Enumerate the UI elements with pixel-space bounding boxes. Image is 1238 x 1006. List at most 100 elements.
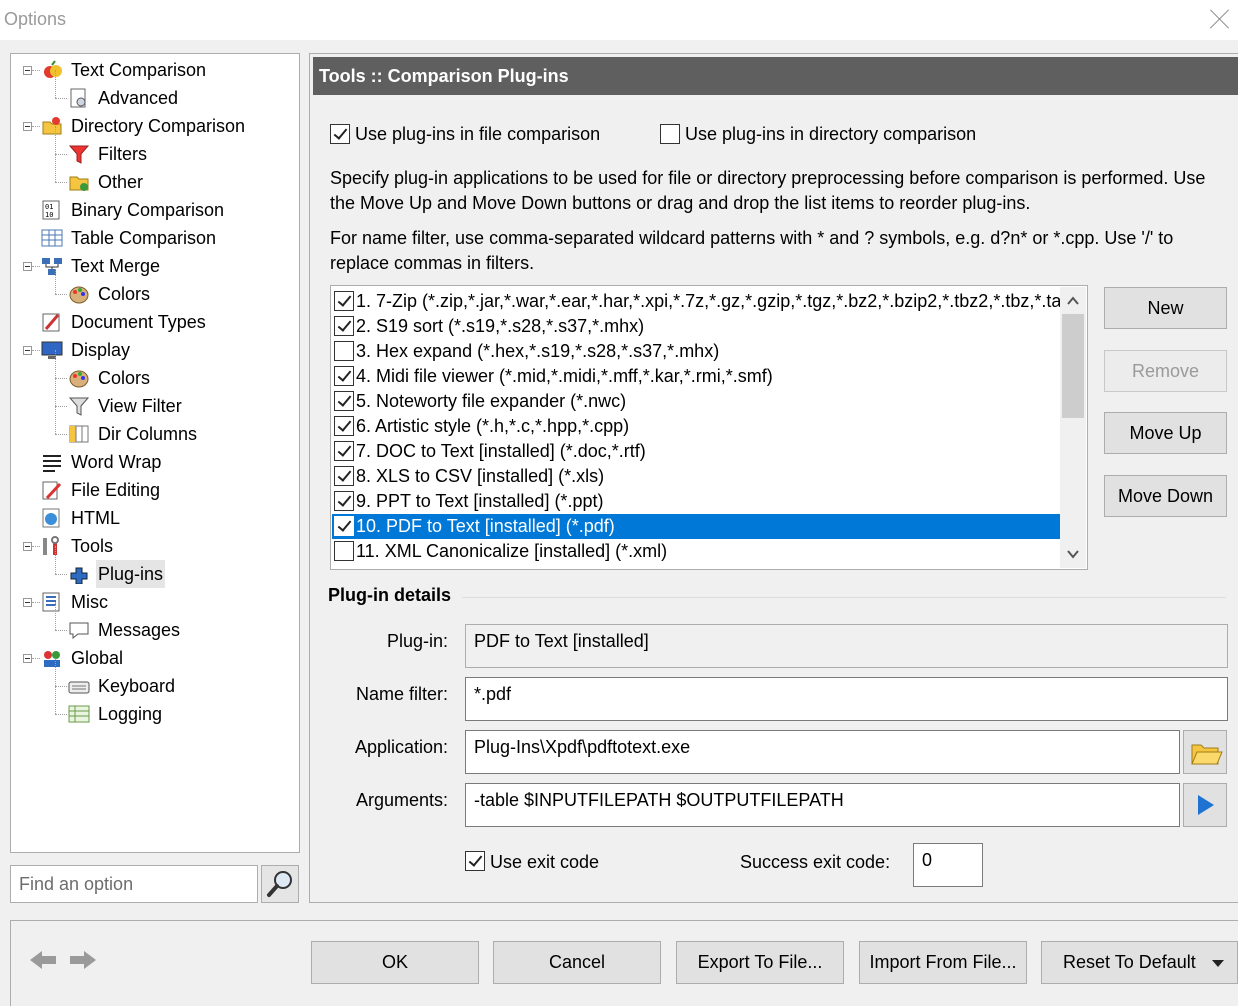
plugin-list-item-label: 4. Midi file viewer (*.mid,*.midi,*.mff,… <box>356 366 773 386</box>
plugin-enabled-checkbox[interactable] <box>334 441 354 461</box>
plugin-enabled-checkbox[interactable] <box>334 491 354 511</box>
cancel-button[interactable]: Cancel <box>493 941 661 984</box>
plugin-list-item-label: 9. PPT to Text [installed] (*.ppt) <box>356 491 604 511</box>
plugin-list-item[interactable]: 4. Midi file viewer (*.mid,*.midi,*.mff,… <box>332 364 1060 389</box>
filter-help-line: For name filter, use comma-separated wil… <box>330 228 1174 248</box>
arguments-menu-button[interactable] <box>1183 783 1227 827</box>
columns-icon <box>68 424 90 444</box>
success-exit-code-label: Success exit code: <box>740 852 891 872</box>
tree-connector <box>55 658 56 686</box>
use-plugins-dir-checkbox[interactable] <box>660 124 680 144</box>
plugin-enabled-checkbox[interactable] <box>334 541 354 561</box>
tree-item-label: Keyboard <box>98 676 176 696</box>
panel-header: Tools :: Comparison Plug-ins <box>313 57 1238 95</box>
plugin-enabled-checkbox[interactable] <box>334 366 354 386</box>
tree-connector <box>55 294 67 295</box>
svg-text:01: 01 <box>45 203 53 211</box>
plugin-list-item[interactable]: 3. Hex expand (*.hex,*.s19,*.s28,*.s37,*… <box>332 339 1060 364</box>
plugin-enabled-checkbox[interactable] <box>334 466 354 486</box>
title-bar: Options <box>0 0 1238 40</box>
export-button[interactable]: Export To File... <box>676 941 844 984</box>
plugin-enabled-checkbox[interactable] <box>334 291 354 311</box>
plugin-enabled-checkbox[interactable] <box>334 416 354 436</box>
use-plugins-dir-label[interactable]: Use plug-ins in directory comparison <box>685 124 976 145</box>
tree-connector <box>55 602 56 630</box>
tree-connector <box>55 70 56 98</box>
folder-open-icon <box>1191 744 1223 765</box>
name-filter-input[interactable]: *.pdf <box>465 677 1228 721</box>
tree-item-label: Colors <box>98 368 151 388</box>
plugin-list-item[interactable]: 11. XML Canonicalize [installed] (*.xml) <box>332 539 1060 564</box>
plugin-list-item[interactable]: 5. Noteworty file expander (*.nwc) <box>332 389 1060 414</box>
plugin-list-item[interactable]: 6. Artistic style (*.h,*.c,*.hpp,*.cpp) <box>332 414 1060 439</box>
plugin-list-item[interactable]: 8. XLS to CSV [installed] (*.xls) <box>332 464 1060 489</box>
palette-icon <box>68 368 90 388</box>
scrollbar-thumb[interactable] <box>1062 314 1084 418</box>
ok-button[interactable]: OK <box>311 941 479 984</box>
forward-arrow-icon[interactable] <box>68 948 98 972</box>
collapse-icon[interactable] <box>23 542 32 551</box>
tree-connector <box>55 98 67 99</box>
search-input[interactable] <box>17 866 251 902</box>
global-icon <box>41 648 63 668</box>
tree-item-label: HTML <box>71 508 120 528</box>
search-button[interactable] <box>261 865 299 903</box>
options-tree[interactable]: Text Comparison Advanced Directory Compari… <box>10 53 300 853</box>
success-exit-code-input[interactable]: 0 <box>913 843 983 887</box>
plugin-list-item[interactable]: 1. 7-Zip (*.zip,*.jar,*.war,*.ear,*.har,… <box>332 289 1060 314</box>
remove-button[interactable]: Remove <box>1104 350 1227 392</box>
tree-connector <box>55 714 67 715</box>
search-box[interactable] <box>10 865 258 903</box>
use-plugins-file-label[interactable]: Use plug-ins in file comparison <box>355 124 600 145</box>
plugin-list-item[interactable]: 7. DOC to Text [installed] (*.doc,*.rtf) <box>332 439 1060 464</box>
new-button[interactable]: New <box>1104 287 1227 329</box>
chevron-down-icon[interactable] <box>1211 959 1225 969</box>
plugin-list[interactable]: 1. 7-Zip (*.zip,*.jar,*.war,*.ear,*.har,… <box>330 285 1088 570</box>
play-arrow-icon <box>1198 795 1214 815</box>
browse-button[interactable] <box>1183 730 1227 774</box>
application-label: Application: <box>354 737 448 757</box>
document-types-icon <box>41 312 63 332</box>
plugin-list-item-label: 5. Noteworty file expander (*.nwc) <box>356 391 627 411</box>
collapse-icon[interactable] <box>23 346 32 355</box>
section-divider <box>462 597 1226 598</box>
tree-connector <box>32 266 40 267</box>
plugin-list-item[interactable]: 9. PPT to Text [installed] (*.ppt) <box>332 489 1060 514</box>
plugin-enabled-checkbox[interactable] <box>334 341 354 361</box>
plugin-enabled-checkbox[interactable] <box>334 516 354 536</box>
tree-item-label: Table Comparison <box>71 228 217 248</box>
move-down-button[interactable]: Move Down <box>1104 475 1227 517</box>
plugin-icon <box>68 564 90 585</box>
scroll-down-icon[interactable] <box>1060 542 1086 568</box>
tree-item-label: Word Wrap <box>71 452 162 472</box>
application-input[interactable]: Plug-Ins\Xpdf\pdftotext.exe <box>465 730 1180 774</box>
tree-item-label: Plug-ins <box>96 560 166 588</box>
merge-icon <box>41 256 63 276</box>
collapse-icon[interactable] <box>23 262 32 271</box>
collapse-icon[interactable] <box>23 122 32 131</box>
tree-item-label: Logging <box>98 704 163 724</box>
move-up-button[interactable]: Move Up <box>1104 412 1227 454</box>
reset-button[interactable]: Reset To Default <box>1041 941 1238 984</box>
use-plugins-file-checkbox[interactable] <box>330 124 350 144</box>
plugin-enabled-checkbox[interactable] <box>334 316 354 336</box>
tree-connector <box>55 574 67 575</box>
use-exit-code-label[interactable]: Use exit code <box>490 852 599 873</box>
scroll-up-icon[interactable] <box>1060 287 1086 313</box>
collapse-icon[interactable] <box>23 598 32 607</box>
import-button[interactable]: Import From File... <box>859 941 1027 984</box>
plugin-list-item[interactable]: 10. PDF to Text [installed] (*.pdf) <box>332 514 1060 539</box>
collapse-icon[interactable] <box>23 654 32 663</box>
close-icon[interactable] <box>1210 8 1230 28</box>
back-arrow-icon[interactable] <box>28 948 58 972</box>
use-exit-code-checkbox[interactable] <box>465 851 485 871</box>
collapse-icon[interactable] <box>23 66 32 75</box>
plugin-enabled-checkbox[interactable] <box>334 391 354 411</box>
arguments-input[interactable]: -table $INPUTFILEPATH $OUTPUTFILEPATH <box>465 783 1180 827</box>
tree-connector <box>55 154 67 155</box>
tree-connector <box>32 126 40 127</box>
plugin-list-item[interactable]: 2. S19 sort (*.s19,*.s28,*.s37,*.mhx) <box>332 314 1060 339</box>
plugin-list-item-label: 10. PDF to Text [installed] (*.pdf) <box>356 516 615 536</box>
tree-connector <box>32 658 40 659</box>
misc-icon <box>41 592 63 612</box>
